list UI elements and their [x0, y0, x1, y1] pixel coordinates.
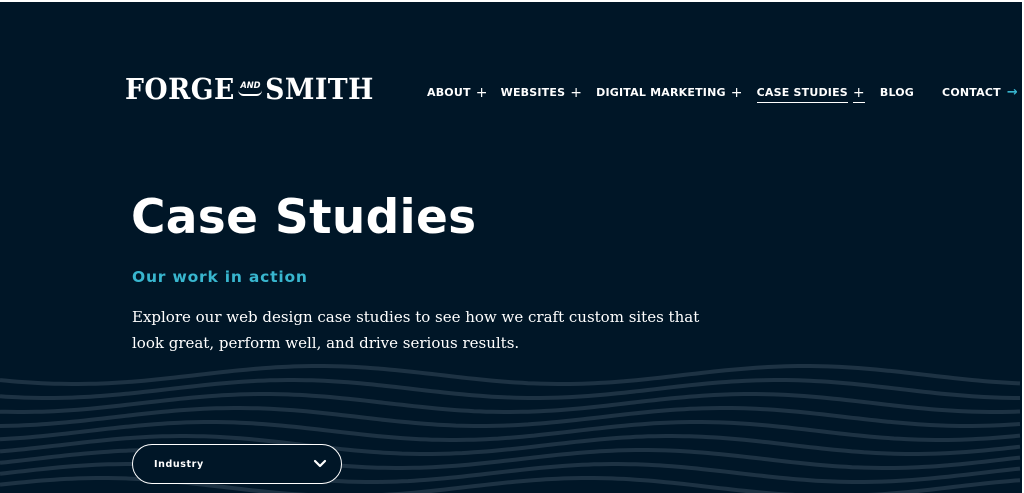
nav-item-label: CASE STUDIES — [756, 86, 848, 103]
logo-word-smith: SMITH — [265, 72, 374, 106]
nav-item-label: ABOUT — [427, 85, 471, 99]
main-navigation: ABOUT + WEBSITES + DIGITAL MARKETING + C… — [427, 82, 1018, 103]
wave-line — [0, 364, 1021, 386]
nav-item-about[interactable]: ABOUT + — [427, 86, 488, 100]
nav-item-label: DIGITAL MARKETING — [596, 85, 726, 99]
plus-icon[interactable]: + — [852, 86, 865, 103]
nav-item-label: CONTACT — [942, 85, 1001, 99]
page-subtitle: Our work in action — [132, 268, 308, 286]
nav-item-blog[interactable]: BLOG — [880, 86, 914, 100]
arrow-right-icon: → — [1006, 84, 1018, 100]
plus-icon[interactable]: + — [476, 86, 488, 100]
logo-swoosh — [238, 90, 263, 96]
nav-item-label: BLOG — [879, 85, 915, 99]
nav-item-contact[interactable]: CONTACT → — [942, 84, 1018, 100]
brand-logo[interactable]: FORGE AND SMITH — [125, 74, 374, 104]
logo-word-forge: FORGE — [125, 72, 235, 106]
logo-and-mark: AND — [238, 82, 263, 96]
industry-filter-dropdown[interactable]: Industry — [132, 444, 342, 484]
page: FORGE AND SMITH ABOUT + WEBSITES + DIGIT… — [0, 2, 1022, 493]
nav-item-websites[interactable]: WEBSITES + — [501, 86, 583, 100]
chevron-down-icon — [313, 459, 327, 468]
filter-label: Industry — [154, 458, 204, 470]
nav-item-case-studies[interactable]: CASE STUDIES + — [756, 82, 865, 103]
plus-icon[interactable]: + — [570, 86, 582, 100]
nav-item-digital-marketing[interactable]: DIGITAL MARKETING + — [596, 86, 742, 100]
nav-item-label: WEBSITES — [500, 85, 566, 99]
page-title: Case Studies — [131, 190, 477, 245]
plus-icon[interactable]: + — [731, 86, 743, 100]
page-description: Explore our web design case studies to s… — [132, 308, 700, 352]
